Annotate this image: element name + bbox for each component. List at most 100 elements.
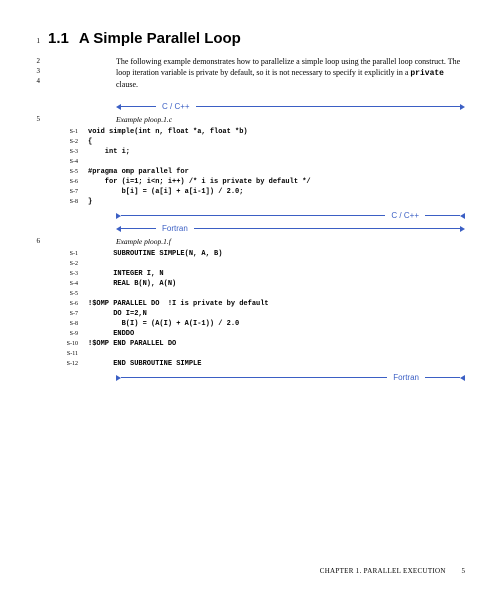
code-text: INTEGER I, N: [88, 269, 164, 279]
code-line-number: S-6: [48, 299, 78, 309]
code-line-number: S-3: [48, 147, 78, 157]
code-line-number: S-12: [48, 359, 78, 369]
footer-chapter: CHAPTER 1. PARALLEL EXECUTION: [320, 567, 446, 575]
section-title: A Simple Parallel Loop: [79, 30, 241, 47]
code-line-number: S-4: [48, 279, 78, 289]
page-footer: CHAPTER 1. PARALLEL EXECUTION 5: [320, 567, 465, 575]
separator-line: [425, 215, 460, 216]
triangle-icon: [460, 104, 465, 110]
code-text: void simple(int n, float *a, float *b): [88, 127, 248, 137]
code-line-number: S-5: [48, 289, 78, 299]
example-caption: Example ploop.1.f: [48, 237, 171, 246]
text-run: The following example demonstrates how t…: [116, 57, 460, 77]
code-line-number: S-7: [48, 187, 78, 197]
separator-line: [194, 228, 460, 229]
language-label: Fortran: [387, 373, 425, 382]
code-text: REAL B(N), A(N): [88, 279, 176, 289]
code-text: {: [88, 137, 92, 147]
code-text: !$OMP PARALLEL DO !I is private by defau…: [88, 299, 269, 309]
line-number: 5: [20, 115, 40, 124]
code-line: S-5: [48, 289, 465, 299]
code-line-number: S-7: [48, 309, 78, 319]
code-text: }: [88, 197, 92, 207]
text-run: clause.: [116, 80, 138, 89]
code-line-number: S-2: [48, 137, 78, 147]
code-line: S-4: [48, 157, 465, 167]
line-number: 3: [20, 67, 40, 77]
separator-line: [121, 228, 156, 229]
separator-line: [121, 377, 387, 378]
code-line: S-6 !$OMP PARALLEL DO !I is private by de…: [48, 299, 465, 309]
code-line: S-12 END SUBROUTINE SIMPLE: [48, 359, 465, 369]
code-line: S-10 !$OMP END PARALLEL DO: [48, 339, 465, 349]
line-number: 4: [20, 77, 40, 87]
language-separator-fortran-close: Fortran: [116, 373, 465, 382]
language-label: C / C++: [156, 102, 196, 111]
code-line-number: S-3: [48, 269, 78, 279]
code-line: S-1 void simple(int n, float *a, float *b…: [48, 127, 465, 137]
code-text: b[i] = (a[i] + a[i-1]) / 2.0;: [88, 187, 243, 197]
code-line: S-1 SUBROUTINE SIMPLE(N, A, B): [48, 249, 465, 259]
footer-page-number: 5: [462, 567, 466, 575]
code-text: DO I=2,N: [88, 309, 147, 319]
separator-line: [121, 215, 385, 216]
code-line-number: S-1: [48, 249, 78, 259]
language-label: Fortran: [156, 224, 194, 233]
code-line-number: S-9: [48, 329, 78, 339]
triangle-icon: [460, 375, 465, 381]
code-line-number: S-6: [48, 177, 78, 187]
language-separator-ccpp-close: C / C++: [116, 211, 465, 220]
example-caption-row: 5 Example ploop.1.c: [20, 115, 465, 124]
code-line-number: S-1: [48, 127, 78, 137]
code-line: S-8}: [48, 197, 465, 207]
code-line: S-7 b[i] = (a[i] + a[i-1]) / 2.0;: [48, 187, 465, 197]
code-text: #pragma omp parallel for: [88, 167, 189, 177]
triangle-icon: [460, 213, 465, 219]
code-line: S-9 ENDDO: [48, 329, 465, 339]
code-text: ENDDO: [88, 329, 134, 339]
code-line: S-2: [48, 259, 465, 269]
example-caption-row: 6 Example ploop.1.f: [20, 237, 465, 246]
separator-line: [425, 377, 460, 378]
code-line-number: S-8: [48, 319, 78, 329]
section-heading: 1 1.1 A Simple Parallel Loop: [20, 30, 465, 47]
code-listing-c: S-1 void simple(int n, float *a, float *b…: [48, 127, 465, 207]
separator-line: [196, 106, 460, 107]
intro-paragraph: 2 3 4 The following example demonstrates…: [20, 57, 465, 90]
line-number: 2: [20, 57, 40, 67]
language-separator-ccpp-open: C / C++: [116, 102, 465, 111]
code-text: END SUBROUTINE SIMPLE: [88, 359, 201, 369]
code-line-number: S-5: [48, 167, 78, 177]
code-inline: private: [410, 69, 444, 78]
line-number: 6: [20, 237, 40, 246]
code-line: S-5 #pragma omp parallel for: [48, 167, 465, 177]
code-line-number: S-2: [48, 259, 78, 269]
code-listing-fortran: S-1 SUBROUTINE SIMPLE(N, A, B)S-2S-3 INT…: [48, 249, 465, 369]
code-line: S-8 B(I) = (A(I) + A(I-1)) / 2.0: [48, 319, 465, 329]
code-line: S-2 {: [48, 137, 465, 147]
code-text: B(I) = (A(I) + A(I-1)) / 2.0: [88, 319, 239, 329]
code-text: SUBROUTINE SIMPLE(N, A, B): [88, 249, 222, 259]
line-number-column: 2 3 4: [20, 57, 40, 90]
code-line: S-7 DO I=2,N: [48, 309, 465, 319]
language-label: C / C++: [385, 211, 425, 220]
code-line: S-3 int i;: [48, 147, 465, 157]
triangle-icon: [460, 226, 465, 232]
code-line: S-6 for (i=1; i<n; i++) /* i is private …: [48, 177, 465, 187]
code-text: for (i=1; i<n; i++) /* i is private by d…: [88, 177, 311, 187]
example-caption: Example ploop.1.c: [48, 115, 172, 124]
code-line-number: S-4: [48, 157, 78, 167]
separator-line: [121, 106, 156, 107]
code-line-number: S-10: [48, 339, 78, 349]
code-line-number: S-8: [48, 197, 78, 207]
section-number: 1.1: [48, 30, 69, 47]
line-number: 1: [20, 37, 40, 45]
code-line: S-11: [48, 349, 465, 359]
code-line-number: S-11: [48, 349, 78, 359]
language-separator-fortran-open: Fortran: [116, 224, 465, 233]
code-text: !$OMP END PARALLEL DO: [88, 339, 176, 349]
paragraph-text: The following example demonstrates how t…: [48, 57, 465, 90]
code-text: int i;: [88, 147, 130, 157]
code-line: S-3 INTEGER I, N: [48, 269, 465, 279]
code-line: S-4 REAL B(N), A(N): [48, 279, 465, 289]
